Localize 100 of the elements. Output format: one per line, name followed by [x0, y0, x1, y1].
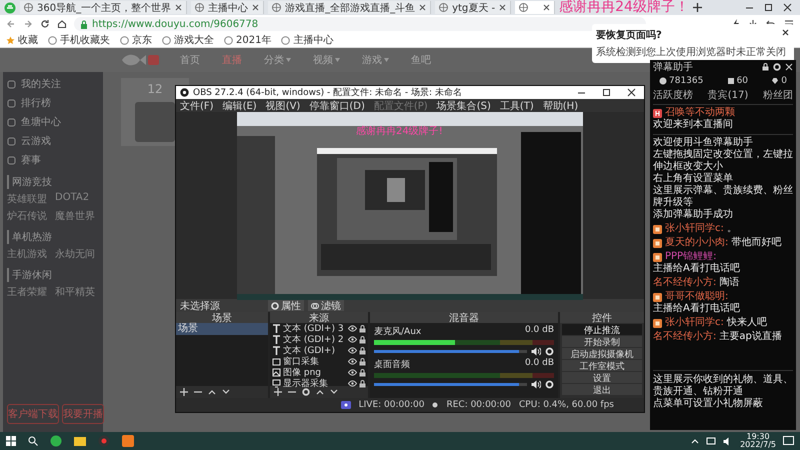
- gear-icon[interactable]: [773, 63, 781, 71]
- info-text: 右上角有设置菜单: [653, 173, 734, 184]
- new-tab-icon[interactable]: [692, 3, 702, 12]
- address-field[interactable]: https://www.douyu.com/9606778: [74, 17, 646, 31]
- chat-tab[interactable]: 活跃度榜: [653, 88, 693, 102]
- source-item[interactable]: 窗口采集: [283, 355, 346, 368]
- control-button[interactable]: 启动虚拟摄像机: [562, 348, 642, 359]
- control-button[interactable]: 工作室模式: [562, 360, 642, 371]
- lock-icon[interactable]: [359, 368, 366, 376]
- source-item[interactable]: 文本 (GDI+): [283, 344, 346, 357]
- outline-icon: [7, 118, 16, 126]
- user-name: 张小轩同学c:: [665, 223, 724, 235]
- bookmark[interactable]: 京东: [120, 33, 152, 47]
- speaker-icon[interactable]: [531, 347, 541, 356]
- record-dot-icon: [432, 402, 438, 408]
- eye-icon[interactable]: [348, 358, 357, 365]
- chevron-up-icon[interactable]: [691, 438, 700, 444]
- menu-item[interactable]: 视图(V): [266, 98, 300, 112]
- browser-tab[interactable]: [515, 1, 556, 14]
- eye-icon[interactable]: [348, 336, 357, 343]
- maximize-icon[interactable]: [602, 88, 611, 97]
- close-icon[interactable]: [175, 4, 182, 11]
- browser-tab[interactable]: 主播中心: [191, 1, 264, 14]
- caret-icon: [286, 58, 291, 62]
- lock-icon[interactable]: [359, 336, 366, 344]
- menu-item[interactable]: 场景集合(S): [436, 98, 491, 112]
- lock-icon[interactable]: [359, 346, 366, 354]
- status-text: REC: 00:00:00: [446, 400, 512, 410]
- search-icon[interactable]: [28, 436, 38, 446]
- lock-icon[interactable]: [359, 324, 366, 332]
- gear-icon[interactable]: [545, 347, 554, 356]
- start-icon[interactable]: [6, 436, 16, 446]
- source-item[interactable]: 显示器采集: [283, 377, 346, 390]
- close-icon[interactable]: [782, 29, 789, 36]
- recording-app-icon[interactable]: [98, 435, 110, 447]
- speaker-icon[interactable]: [531, 380, 541, 389]
- move-down-icon[interactable]: [330, 388, 338, 396]
- scene-item[interactable]: 场景: [176, 323, 268, 335]
- control-button[interactable]: 退出: [562, 384, 642, 395]
- source-item[interactable]: 文本 (GDI+) 2: [283, 333, 346, 346]
- lock-icon[interactable]: [359, 380, 366, 388]
- gear-icon[interactable]: [545, 380, 554, 389]
- close-icon[interactable]: [499, 4, 506, 11]
- source-item[interactable]: 图像 png: [283, 366, 346, 379]
- control-button[interactable]: 设置: [562, 372, 642, 383]
- close-icon[interactable]: [627, 88, 636, 97]
- gear-icon[interactable]: [302, 388, 310, 396]
- toolbar-button[interactable]: 属性: [268, 300, 304, 311]
- outline-icon: [7, 80, 16, 88]
- volume-slider[interactable]: [374, 383, 520, 386]
- lock-icon[interactable]: [762, 63, 769, 71]
- bookmark[interactable]: 主播中心: [281, 33, 334, 47]
- volume-slider[interactable]: [374, 350, 520, 353]
- reload-icon[interactable]: [40, 19, 50, 29]
- control-button[interactable]: 开始录制: [562, 336, 642, 347]
- move-down-icon[interactable]: [222, 388, 230, 396]
- bookmark[interactable]: 游戏大全: [162, 33, 214, 47]
- sidebar-item[interactable]: 云游戏: [7, 133, 99, 149]
- maximize-icon[interactable]: [764, 3, 773, 12]
- move-up-icon[interactable]: [316, 388, 324, 396]
- forward-icon[interactable]: [23, 19, 33, 29]
- close-icon[interactable]: [783, 3, 792, 12]
- menu-item[interactable]: 编辑(E): [222, 98, 257, 112]
- home-icon[interactable]: [57, 19, 67, 29]
- browser-tab[interactable]: ytg夏天 -: [435, 1, 512, 14]
- chat-tab[interactable]: 粉丝团: [763, 88, 793, 102]
- back-icon[interactable]: [6, 19, 16, 29]
- eye-icon[interactable]: [348, 325, 357, 332]
- chat-tab[interactable]: 贵宾(17): [708, 88, 748, 102]
- sidebar-item[interactable]: 我的关注: [7, 76, 99, 92]
- menu-item[interactable]: 文件(F): [180, 98, 214, 112]
- clock[interactable]: 19:30 2022/7/5: [740, 433, 776, 449]
- close-icon[interactable]: [543, 4, 550, 11]
- browser-tab[interactable]: 游戏直播_全部游戏直播_斗鱼: [268, 1, 432, 14]
- menu-item[interactable]: 停靠窗口(D): [309, 98, 365, 112]
- dock-header: 来源: [270, 312, 368, 323]
- browser-tab[interactable]: 360导航_一个主页，整个世界: [20, 1, 188, 14]
- add-icon[interactable]: [180, 388, 188, 396]
- close-icon[interactable]: [419, 4, 426, 11]
- control-button[interactable]: 停止推流: [562, 324, 642, 335]
- browser-logo-icon[interactable]: [50, 435, 62, 447]
- add-icon[interactable]: [274, 388, 282, 396]
- toolbar-button[interactable]: 滤镜: [308, 300, 344, 311]
- menu-item[interactable]: 帮助(H): [542, 98, 578, 112]
- eye-icon[interactable]: [348, 369, 357, 376]
- source-item[interactable]: 文本 (GDI+) 3: [283, 322, 346, 335]
- folder-icon[interactable]: [74, 435, 86, 447]
- bookmark[interactable]: 手机收藏夹: [48, 33, 110, 47]
- bookmark[interactable]: 2021年: [224, 33, 272, 47]
- sidebar-item[interactable]: 赛事: [7, 152, 99, 168]
- sidebar-item[interactable]: 鱼塘中心: [7, 114, 99, 130]
- user-name: 名不经传小方:: [653, 331, 716, 343]
- menu-item[interactable]: 工具(T): [500, 98, 534, 112]
- move-up-icon[interactable]: [208, 388, 216, 396]
- lock-icon[interactable]: [359, 358, 366, 366]
- close-icon[interactable]: [252, 4, 260, 11]
- eye-icon[interactable]: [348, 347, 357, 354]
- bookmark[interactable]: 收藏: [6, 33, 38, 47]
- eye-icon[interactable]: [348, 380, 357, 387]
- sidebar-item[interactable]: 排行榜: [7, 95, 99, 111]
